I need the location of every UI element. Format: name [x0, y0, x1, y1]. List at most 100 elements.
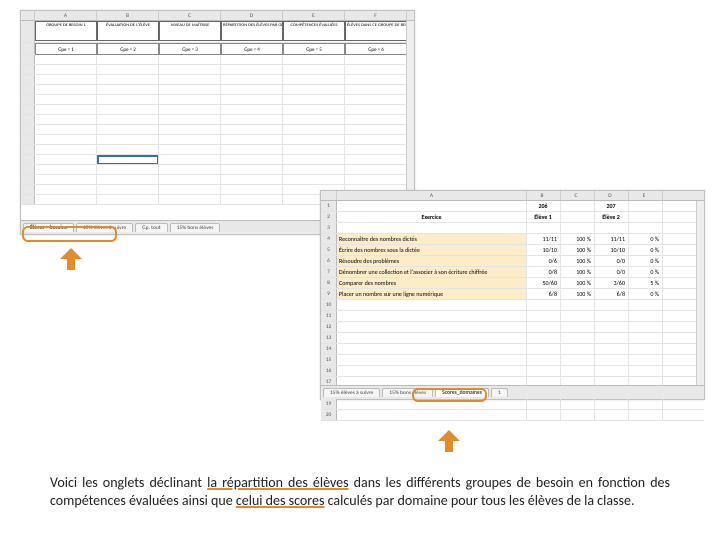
cell[interactable] [595, 322, 629, 332]
row-number[interactable] [21, 185, 35, 194]
cell[interactable] [159, 165, 221, 174]
col-header[interactable]: B [527, 191, 561, 200]
cell[interactable] [283, 55, 345, 64]
sub-header-cell[interactable]: Gpe = 5 [283, 43, 345, 55]
sub-header-cell[interactable]: Gpe = 4 [221, 43, 283, 55]
cell[interactable] [337, 366, 527, 376]
row-number[interactable] [21, 43, 35, 54]
cell[interactable] [283, 75, 345, 84]
cell[interactable] [527, 300, 561, 310]
cell[interactable] [221, 75, 283, 84]
cell[interactable] [221, 185, 283, 194]
cell[interactable] [527, 322, 561, 332]
score-fraction[interactable]: 11/11 [527, 234, 561, 244]
cell[interactable] [221, 155, 283, 164]
score-percent[interactable]: 0 % [629, 234, 663, 244]
cell[interactable] [629, 201, 663, 211]
cell[interactable] [221, 165, 283, 174]
cell[interactable] [629, 333, 663, 343]
score-percent[interactable]: 100 % [561, 234, 595, 244]
sheet-tab[interactable]: 15% bons élèves [170, 223, 221, 232]
score-percent[interactable]: 0 % [629, 256, 663, 266]
cell[interactable] [159, 125, 221, 134]
cell[interactable] [629, 344, 663, 354]
score-fraction[interactable]: 0/8 [527, 267, 561, 277]
cell[interactable] [97, 135, 159, 144]
row-number[interactable] [21, 175, 35, 184]
cell[interactable] [629, 355, 663, 365]
cell[interactable] [283, 125, 345, 134]
cell[interactable] [159, 135, 221, 144]
student-num[interactable]: 207 [595, 201, 629, 211]
row-number[interactable] [21, 95, 35, 104]
cell[interactable] [35, 55, 97, 64]
cell[interactable] [283, 155, 345, 164]
cell[interactable] [35, 75, 97, 84]
row-number[interactable] [21, 65, 35, 74]
cell[interactable] [337, 322, 527, 332]
row-number[interactable] [21, 135, 35, 144]
row-number[interactable]: 11 [321, 311, 337, 321]
cell[interactable] [629, 399, 663, 409]
cell[interactable] [97, 165, 159, 174]
cell[interactable] [159, 75, 221, 84]
cell[interactable] [345, 115, 407, 124]
cell[interactable] [345, 175, 407, 184]
cell[interactable] [337, 223, 527, 233]
cell[interactable] [35, 115, 97, 124]
row-number[interactable] [21, 115, 35, 124]
cell[interactable] [561, 311, 595, 321]
cell[interactable] [527, 399, 561, 409]
cell[interactable] [345, 155, 407, 164]
cell[interactable] [35, 65, 97, 74]
cell[interactable] [221, 175, 283, 184]
cell[interactable] [527, 311, 561, 321]
cell[interactable] [159, 115, 221, 124]
cell[interactable] [221, 65, 283, 74]
cell[interactable] [221, 145, 283, 154]
cell[interactable] [595, 311, 629, 321]
col-header[interactable]: C [561, 191, 595, 200]
cell[interactable] [159, 95, 221, 104]
row-number[interactable] [21, 195, 35, 204]
cell[interactable] [35, 165, 97, 174]
cell[interactable] [527, 366, 561, 376]
row-number[interactable]: 20 [321, 410, 337, 420]
cell[interactable] [35, 185, 97, 194]
cell[interactable] [595, 366, 629, 376]
cell[interactable] [97, 85, 159, 94]
group-header-cell[interactable]: ÉLÈVES DANS CE GROUPE DE BESOIN [345, 21, 407, 41]
cell[interactable] [345, 125, 407, 134]
cell[interactable] [629, 212, 663, 222]
cell[interactable] [337, 344, 527, 354]
sub-header-cell[interactable]: Gpe = 1 [35, 43, 97, 55]
cell[interactable] [561, 322, 595, 332]
row-number[interactable] [21, 145, 35, 154]
score-fraction[interactable]: 10/10 [595, 245, 629, 255]
col-header[interactable]: E [629, 191, 663, 200]
score-fraction[interactable]: 0/6 [527, 256, 561, 266]
cell[interactable] [97, 155, 159, 164]
cell[interactable] [527, 223, 561, 233]
row-number[interactable]: 1 [321, 201, 337, 211]
cell[interactable] [561, 399, 595, 409]
row-number[interactable]: 10 [321, 300, 337, 310]
row-number[interactable]: 9 [321, 289, 337, 299]
cell[interactable] [283, 175, 345, 184]
cell[interactable] [97, 65, 159, 74]
cell[interactable] [337, 333, 527, 343]
cell[interactable] [221, 85, 283, 94]
score-percent[interactable]: 100 % [561, 278, 595, 288]
title-cell[interactable]: Exercice [337, 212, 527, 222]
score-fraction[interactable]: 10/10 [527, 245, 561, 255]
cell[interactable] [527, 333, 561, 343]
cell[interactable] [159, 55, 221, 64]
cell[interactable] [283, 115, 345, 124]
cell[interactable] [527, 410, 561, 420]
cell[interactable] [345, 65, 407, 74]
cell[interactable] [337, 300, 527, 310]
cell[interactable] [35, 155, 97, 164]
col-header[interactable]: D [221, 11, 283, 20]
col-header[interactable]: C [159, 11, 221, 20]
exercise-label[interactable]: Comparer des nombres [337, 278, 527, 288]
